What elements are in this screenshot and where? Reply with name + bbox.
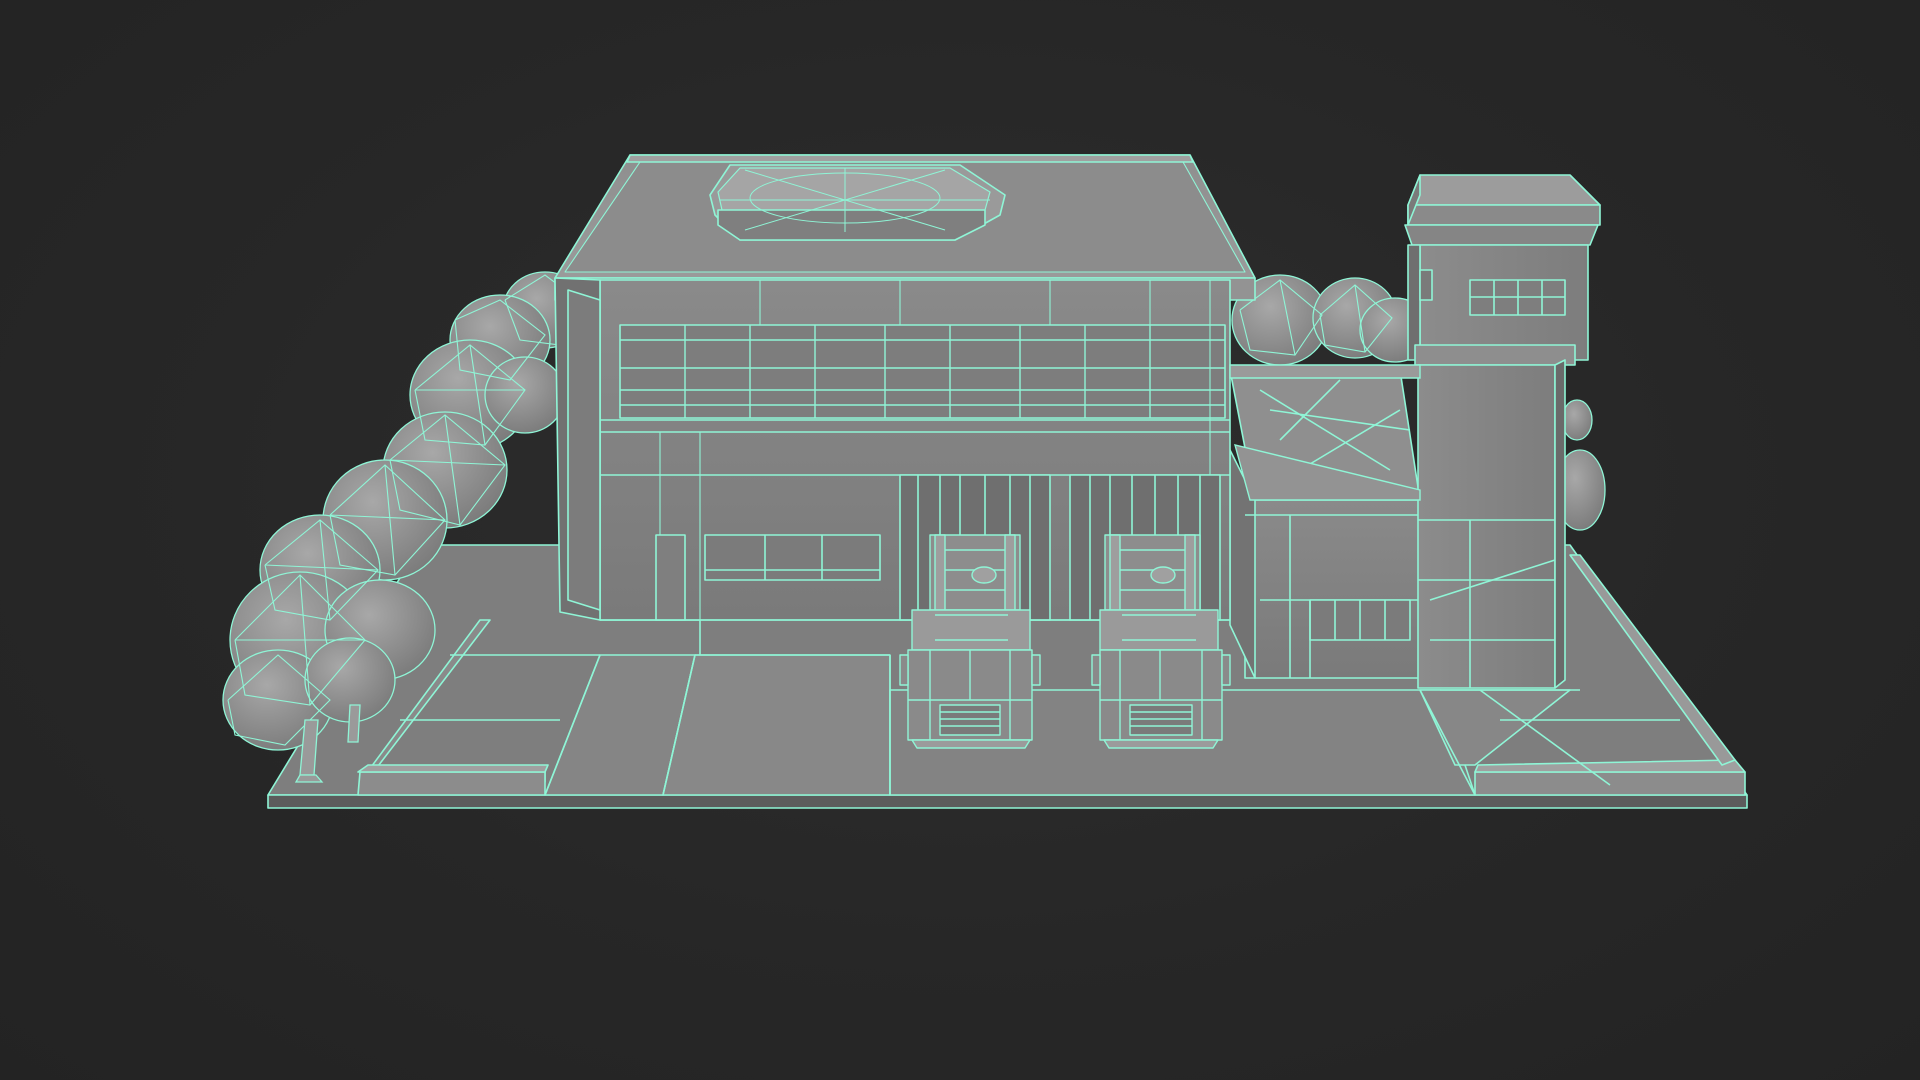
fire-station-wireframe-render [222,154,1748,809]
annex-building [1229,369,1421,679]
render-viewport [0,0,1920,1080]
roof-vent [709,164,1006,241]
